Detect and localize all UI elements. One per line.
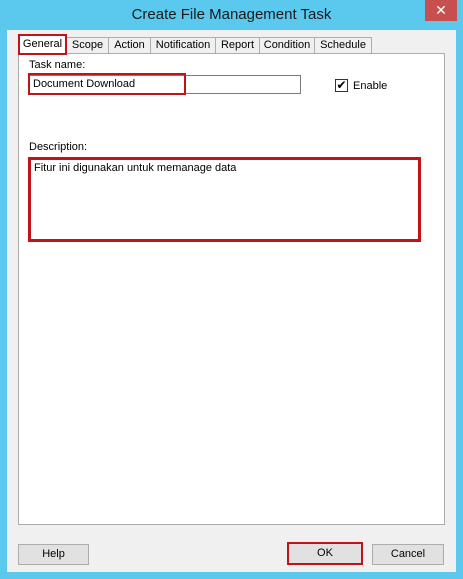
close-button[interactable]: ✕: [425, 0, 457, 21]
ok-button[interactable]: OK: [287, 542, 363, 565]
checkmark-icon: ✔: [336, 78, 347, 92]
tab-notification[interactable]: Notification: [150, 37, 216, 54]
description-textarea[interactable]: Fitur ini digunakan untuk memanage data: [28, 157, 421, 242]
enable-label: Enable: [353, 80, 388, 92]
tab-schedule[interactable]: Schedule: [314, 37, 372, 54]
close-icon: ✕: [435, 2, 447, 18]
tab-action[interactable]: Action: [108, 37, 151, 54]
enable-checkbox[interactable]: ✔: [335, 79, 348, 92]
tab-general[interactable]: General: [18, 34, 67, 55]
help-button[interactable]: Help: [18, 544, 89, 565]
tab-report[interactable]: Report: [215, 37, 260, 54]
dialog-window: Create File Management Task ✕ General Sc…: [0, 0, 463, 579]
tab-scope[interactable]: Scope: [66, 37, 109, 54]
cancel-button[interactable]: Cancel: [372, 544, 444, 565]
task-name-label: Task name:: [29, 59, 86, 71]
window-title: Create File Management Task: [131, 6, 332, 23]
task-name-input[interactable]: Document Download: [29, 75, 301, 94]
description-label: Description:: [29, 141, 88, 153]
general-tab-panel: Task name: Document Download ✔ Enable De…: [18, 53, 445, 525]
tab-condition[interactable]: Condition: [259, 37, 315, 54]
title-bar[interactable]: Create File Management Task ✕: [0, 0, 463, 30]
dialog-client-area: General Scope Action Notification Report…: [7, 30, 456, 572]
